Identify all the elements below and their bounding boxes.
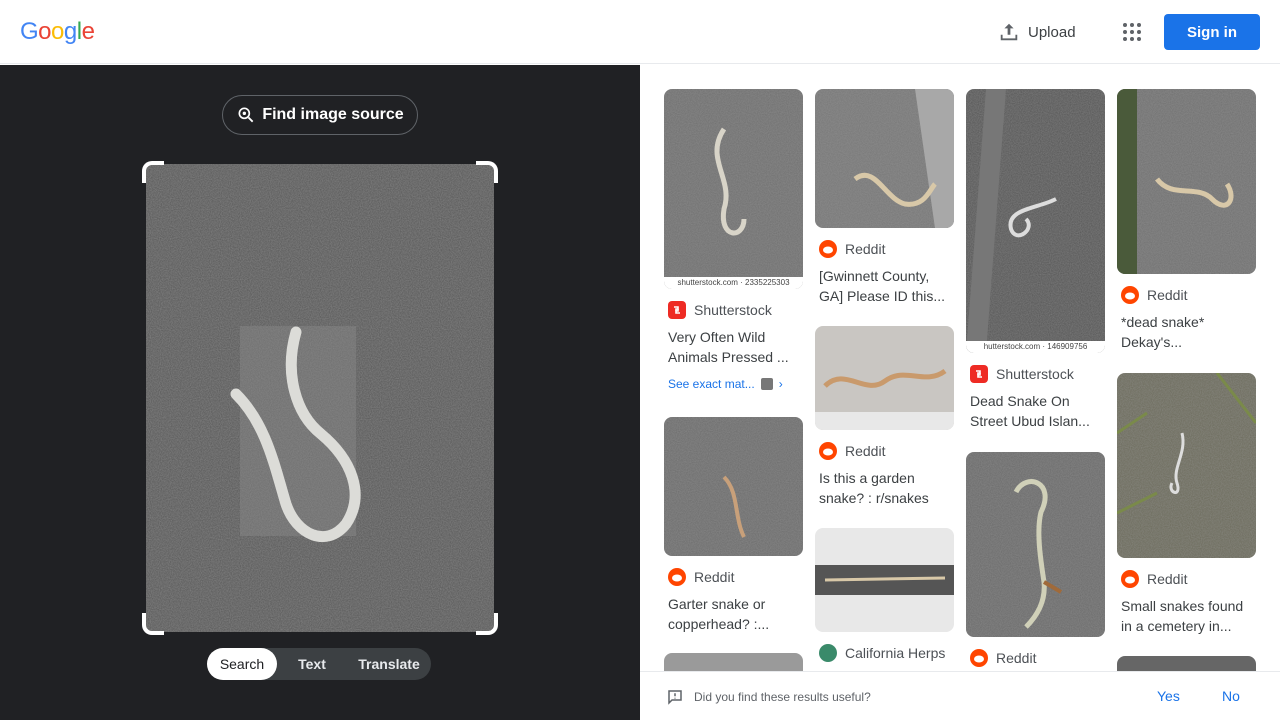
logo-letter: o xyxy=(51,18,64,45)
lens-image-panel: Find image source Search Text Translate xyxy=(0,65,640,720)
california-herps-icon xyxy=(819,644,837,662)
feedback-yes-button[interactable]: Yes xyxy=(1157,688,1180,704)
result-card[interactable]: Reddit *dead snake* Dekay's... xyxy=(1117,89,1256,352)
find-source-label: Find image source xyxy=(262,106,404,123)
result-title[interactable]: *dead snake* Dekay's... xyxy=(1121,312,1252,352)
upload-label: Upload xyxy=(1028,23,1076,41)
result-card[interactable]: Reddit xyxy=(966,452,1105,667)
feedback-bar: Did you find these results useful? Yes N… xyxy=(640,671,1280,720)
exact-label: See exact mat... xyxy=(668,377,755,391)
see-exact-matches-link[interactable]: See exact mat... › xyxy=(668,377,799,391)
feedback-no-button[interactable]: No xyxy=(1222,688,1240,704)
reddit-icon xyxy=(819,442,837,460)
result-card[interactable]: Reddit Is this a garden snake? : r/snake… xyxy=(815,326,954,508)
crop-handle-top-right[interactable] xyxy=(476,161,498,183)
result-card[interactable]: shutterstock.com · 2335225303 Shuttersto… xyxy=(664,89,803,391)
source-name: California Herps xyxy=(845,645,946,661)
result-thumbnail[interactable] xyxy=(966,452,1105,637)
chevron-right-icon: › xyxy=(778,377,783,391)
result-title[interactable]: Garter snake or copperhead? :... xyxy=(668,594,799,634)
result-card[interactable]: Reddit Garter snake or copperhead? :... xyxy=(664,417,803,634)
header: Google Upload Sign in xyxy=(0,0,1280,64)
sign-in-button[interactable]: Sign in xyxy=(1164,14,1260,50)
source-name: Reddit xyxy=(1147,571,1188,587)
find-image-source-button[interactable]: Find image source xyxy=(222,95,418,135)
grid-dots-icon xyxy=(1123,23,1141,41)
logo-letter: G xyxy=(20,18,39,45)
result-card[interactable]: Reddit [Gwinnett County, GA] Please ID t… xyxy=(815,89,954,306)
feedback-icon xyxy=(668,690,682,705)
result-thumbnail[interactable] xyxy=(815,89,954,228)
reddit-icon xyxy=(668,568,686,586)
logo-letter: e xyxy=(81,18,95,45)
result-thumbnail[interactable]: hutterstock.com · 146909756 xyxy=(966,89,1105,353)
apps-button[interactable] xyxy=(1116,16,1148,48)
result-source[interactable]: Reddit xyxy=(819,442,954,460)
lens-mode-tabs: Search Text Translate xyxy=(207,648,431,680)
visual-matches-grid: shutterstock.com · 2335225303 Shuttersto… xyxy=(640,65,1280,671)
tab-translate[interactable]: Translate xyxy=(347,648,431,680)
logo-letter: o xyxy=(38,18,52,45)
result-thumbnail[interactable]: shutterstock.com · 2335225303 xyxy=(664,89,803,289)
source-name: Shutterstock xyxy=(694,302,772,318)
reddit-icon xyxy=(819,240,837,258)
feedback-question: Did you find these results useful? xyxy=(694,690,871,704)
upload-button[interactable]: Upload xyxy=(990,14,1084,50)
upload-icon xyxy=(1000,23,1018,41)
result-title[interactable]: Very Often Wild Animals Pressed ... xyxy=(668,327,799,367)
result-card[interactable]: California Herps xyxy=(815,528,954,662)
result-source[interactable]: Reddit xyxy=(819,240,954,258)
logo-letter: g xyxy=(63,18,77,45)
tab-text[interactable]: Text xyxy=(277,648,347,680)
result-title[interactable]: Is this a garden snake? : r/snakes xyxy=(819,468,950,508)
result-source[interactable]: Reddit xyxy=(1121,286,1256,304)
result-title[interactable]: Small snakes found in a cemetery in... xyxy=(1121,596,1252,636)
result-source[interactable]: Reddit xyxy=(1121,570,1256,588)
tab-search[interactable]: Search xyxy=(207,648,277,680)
source-name: Shutterstock xyxy=(996,366,1074,382)
result-thumbnail[interactable] xyxy=(1117,373,1256,558)
result-thumbnail[interactable] xyxy=(815,326,954,430)
watermark: hutterstock.com · 146909756 xyxy=(966,341,1105,353)
result-thumbnail[interactable] xyxy=(664,653,803,671)
crop-handle-bottom-right[interactable] xyxy=(476,613,498,635)
crop-handle-top-left[interactable] xyxy=(142,161,164,183)
source-name: Reddit xyxy=(1147,287,1188,303)
reddit-icon xyxy=(970,649,988,667)
result-title[interactable]: [Gwinnett County, GA] Please ID this... xyxy=(819,266,950,306)
result-thumbnail[interactable] xyxy=(1117,89,1256,274)
source-name: Reddit xyxy=(845,241,886,257)
result-source[interactable]: Shutterstock xyxy=(970,365,1105,383)
result-card[interactable] xyxy=(664,653,803,671)
result-source[interactable]: California Herps xyxy=(819,644,954,662)
crop-handle-bottom-left[interactable] xyxy=(142,613,164,635)
shutterstock-icon xyxy=(970,365,988,383)
result-card[interactable]: Reddit Small snakes found in a cemetery … xyxy=(1117,373,1256,636)
result-source[interactable]: Shutterstock xyxy=(668,301,803,319)
lens-search-icon xyxy=(238,107,254,123)
shutterstock-icon xyxy=(668,301,686,319)
query-image xyxy=(146,164,494,632)
reddit-icon xyxy=(1121,286,1139,304)
result-card[interactable]: hutterstock.com · 146909756 Shutterstock… xyxy=(966,89,1105,431)
result-thumbnail[interactable] xyxy=(664,417,803,556)
result-source[interactable]: Reddit xyxy=(970,649,1105,667)
result-title[interactable]: Dead Snake On Street Ubud Islan... xyxy=(970,391,1101,431)
exact-thumb-icon xyxy=(760,378,773,390)
result-source[interactable]: Reddit xyxy=(668,568,803,586)
result-thumbnail[interactable] xyxy=(1117,656,1256,671)
source-name: Reddit xyxy=(996,650,1037,666)
result-card[interactable] xyxy=(1117,656,1256,671)
reddit-icon xyxy=(1121,570,1139,588)
google-logo[interactable]: Google xyxy=(20,18,95,46)
source-name: Reddit xyxy=(694,569,735,585)
result-thumbnail[interactable] xyxy=(815,528,954,632)
watermark: shutterstock.com · 2335225303 xyxy=(664,277,803,289)
source-name: Reddit xyxy=(845,443,886,459)
